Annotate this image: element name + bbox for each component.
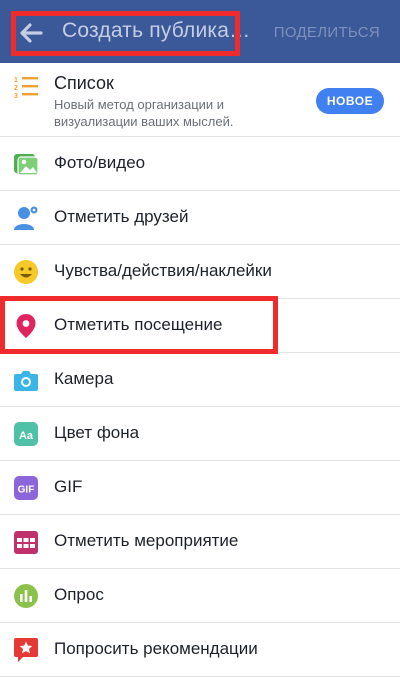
check-in-label: Отметить посещение <box>54 315 223 334</box>
recommendations-option[interactable]: Попросить рекомендации <box>0 623 400 677</box>
photo-video-label: Фото/видео <box>54 153 146 172</box>
event-label: Отметить мероприятие <box>54 531 239 550</box>
numbered-list-icon: 1 2 3 <box>14 77 38 100</box>
background-color-label: Цвет фона <box>54 423 140 442</box>
svg-text:2: 2 <box>14 85 18 92</box>
camera-label: Камера <box>54 369 114 388</box>
gif-label: GIF <box>54 477 83 496</box>
svg-text:1: 1 <box>14 77 18 84</box>
svg-text:GIF: GIF <box>18 485 35 496</box>
recommendations-label: Попросить рекомендации <box>54 639 258 658</box>
camera-icon <box>14 371 38 391</box>
smiley-icon <box>14 260 38 284</box>
arrow-left-icon[interactable] <box>18 20 44 46</box>
feelings-label: Чувства/действия/наклейки <box>54 261 272 280</box>
poll-icon <box>14 584 38 608</box>
calendar-icon <box>14 531 38 554</box>
tag-friends-icon <box>14 206 38 230</box>
poll-label: Опрос <box>54 585 104 604</box>
list-option-description: Новый метод организации и визуализации в… <box>54 97 234 129</box>
share-button[interactable]: ПОДЕЛИТЬСЯ <box>274 24 380 41</box>
new-badge: НОВОЕ <box>316 88 384 114</box>
background-color-option[interactable]: Aa Цвет фона <box>0 407 400 461</box>
tag-friends-option[interactable]: Отметить друзей <box>0 191 400 245</box>
camera-option[interactable]: Камера <box>0 353 400 407</box>
gif-icon: GIF <box>14 476 38 500</box>
gif-option[interactable]: GIF GIF <box>0 461 400 515</box>
photo-video-option[interactable]: Фото/видео <box>0 137 400 191</box>
composer-options-list: 1 2 3 Список Новый метод организации и в… <box>0 63 400 677</box>
photo-video-icon <box>14 154 39 176</box>
svg-text:Aa: Aa <box>19 430 34 442</box>
list-option[interactable]: 1 2 3 Список Новый метод организации и в… <box>0 63 400 137</box>
background-color-icon: Aa <box>14 422 38 446</box>
location-pin-icon <box>16 314 36 338</box>
feelings-option[interactable]: Чувства/действия/наклейки <box>0 245 400 299</box>
check-in-option[interactable]: Отметить посещение <box>0 299 400 353</box>
tag-friends-label: Отметить друзей <box>54 207 189 226</box>
recommendation-icon <box>14 638 38 662</box>
poll-option[interactable]: Опрос <box>0 569 400 623</box>
svg-text:3: 3 <box>14 93 18 100</box>
list-option-label: Список <box>54 73 114 93</box>
top-bar: Создать публика… ПОДЕЛИТЬСЯ <box>0 0 400 63</box>
event-option[interactable]: Отметить мероприятие <box>0 515 400 569</box>
page-title[interactable]: Создать публика… <box>62 19 250 43</box>
